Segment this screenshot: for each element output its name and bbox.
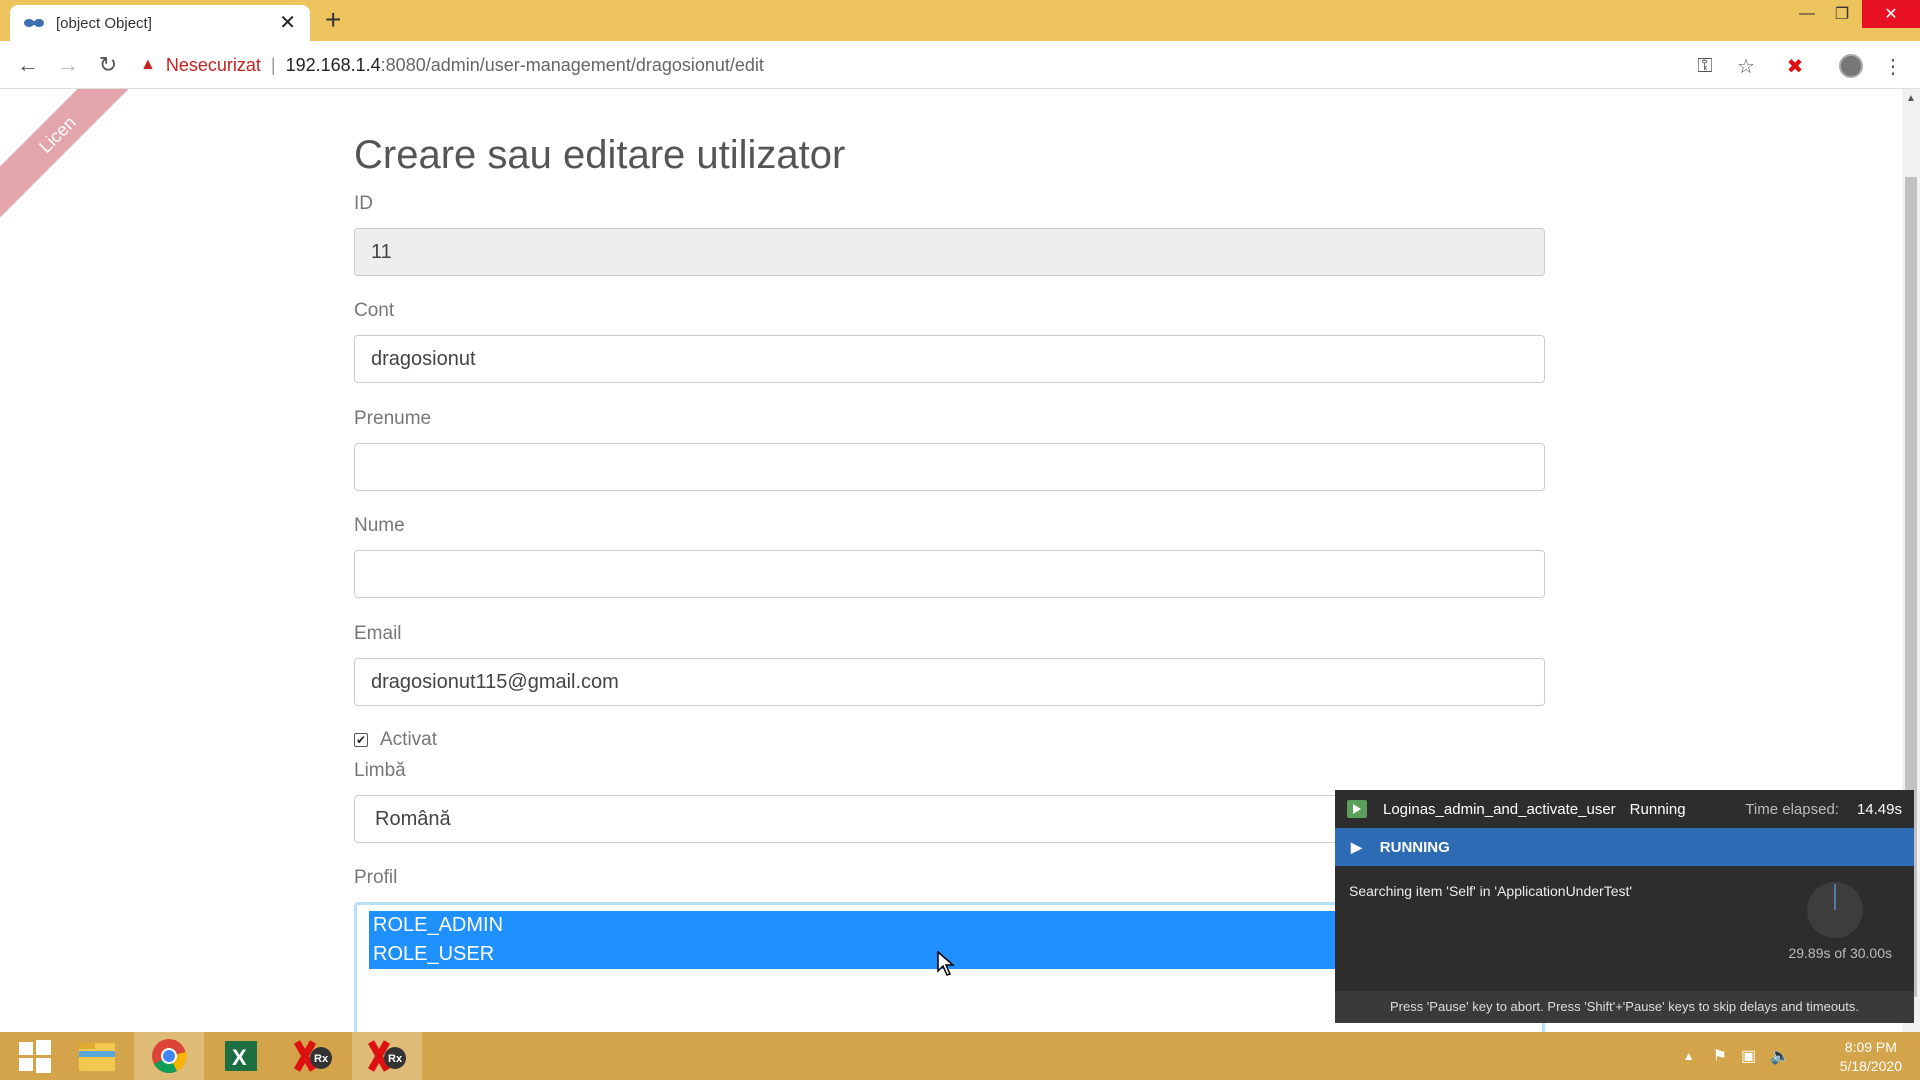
browser-titlebar: [object Object] ✕ + — ❐ ✕ [0, 0, 1920, 41]
start-button[interactable] [0, 1032, 70, 1080]
id-label: ID [354, 193, 373, 214]
warning-icon: ▲ [140, 56, 156, 73]
nume-label: Nume [354, 515, 405, 536]
network-icon[interactable]: ▣ [1741, 1046, 1756, 1066]
runner-test-name: Loginas_admin_and_activate_user [1383, 800, 1616, 818]
avatar[interactable] [1838, 53, 1864, 79]
timeout-spinner-icon [1807, 882, 1863, 938]
excel-taskbar-button[interactable]: X [206, 1032, 276, 1080]
rx-label: Rx [388, 1053, 403, 1065]
url-path: :8080/admin/user-management/dragosionut/… [380, 54, 764, 75]
ranorex-runner-taskbar-button[interactable]: Rx [352, 1032, 422, 1080]
omnibox[interactable]: ▲ Nesecurizat | 192.168.1.4:8080/admin/u… [140, 47, 1700, 83]
limba-selected-value: Română [375, 807, 451, 830]
forward-button[interactable]: → [54, 51, 82, 79]
cont-label: Cont [354, 300, 395, 321]
prenume-field[interactable] [354, 443, 1545, 491]
ranorex-taskbar-button[interactable]: Rx [278, 1032, 348, 1080]
cont-field[interactable]: dragosionut [354, 335, 1545, 383]
restore-button[interactable]: ❐ [1820, 0, 1864, 28]
runner-status: Running [1629, 800, 1686, 818]
runner-header: Loginas_admin_and_activate_user Running … [1335, 790, 1914, 828]
test-runner-panel: Loginas_admin_and_activate_user Running … [1335, 790, 1914, 1023]
reload-button[interactable]: ↻ [94, 51, 122, 79]
browser-tab[interactable]: [object Object] ✕ [10, 5, 310, 41]
url-separator: | [270, 54, 276, 75]
runner-timeout: 29.89s of 30.00s [1788, 945, 1892, 961]
rx-label: Rx [314, 1053, 329, 1065]
limba-label: Limbă [354, 760, 406, 781]
runner-banner-text: RUNNING [1379, 838, 1450, 856]
volume-icon[interactable]: 🔈 [1770, 1046, 1790, 1066]
runner-banner: ▶ RUNNING [1335, 828, 1914, 866]
prenume-label: Prenume [354, 408, 432, 429]
ranorex-icon: Rx [367, 1040, 406, 1072]
play-icon: ▶ [1351, 838, 1362, 855]
mouse-cursor-icon [937, 951, 955, 976]
page-title: Creare sau editare utilizator [354, 133, 846, 177]
system-tray: ▲ ⚑ ▣ 🔈 [1683, 1032, 1790, 1080]
show-hidden-icons-icon[interactable]: ▲ [1683, 1049, 1695, 1063]
id-field[interactable]: 11 [354, 228, 1545, 276]
test-suite-icon [1347, 800, 1367, 818]
profil-label: Profil [354, 867, 398, 888]
elapsed-value: 14.49s [1856, 800, 1902, 818]
clock-time: 8:09 PM [1844, 1039, 1897, 1055]
close-window-button[interactable]: ✕ [1862, 0, 1920, 28]
scroll-up-icon[interactable]: ▲ [1906, 93, 1916, 104]
activat-label: Activat [380, 729, 438, 750]
email-label: Email [354, 623, 402, 644]
excel-icon: X [225, 1041, 257, 1071]
folder-icon [79, 1043, 115, 1071]
taskbar-clock[interactable]: 8:09 PM 5/18/2020 [1840, 1038, 1902, 1076]
runner-footer: Press 'Pause' key to abort. Press 'Shift… [1335, 991, 1914, 1023]
clock-date: 5/18/2020 [1839, 1058, 1902, 1074]
file-explorer-button[interactable] [62, 1032, 132, 1080]
close-tab-icon[interactable]: ✕ [279, 13, 296, 33]
url-host: 192.168.1.4 [285, 54, 381, 75]
windows-icon [19, 1040, 51, 1073]
tab-title: [object Object] [56, 14, 152, 32]
chrome-icon [152, 1039, 187, 1073]
svg-text:X: X [232, 1045, 247, 1070]
key-icon[interactable]: ⚿ [1692, 53, 1718, 79]
address-toolbar: ← → ↻ ▲ Nesecurizat | 192.168.1.4:8080/a… [0, 41, 1920, 89]
email-field[interactable]: dragosionut115@gmail.com [354, 658, 1545, 706]
insecure-label: Nesecurizat [165, 54, 261, 75]
nume-field[interactable] [354, 550, 1545, 598]
ranorex-extension-icon[interactable]: ✖ [1782, 53, 1808, 79]
windows-taskbar: X Rx Rx ▲ ⚑ ▣ 🔈 8:09 PM 5/18/2020 [0, 1032, 1920, 1080]
chrome-taskbar-button[interactable] [134, 1032, 204, 1080]
runner-message: Searching item 'Self' in 'ApplicationUnd… [1349, 883, 1633, 899]
activat-row: ✔ Activat [354, 729, 437, 751]
ranorex-icon: Rx [293, 1040, 332, 1072]
action-center-icon[interactable]: ⚑ [1713, 1046, 1727, 1066]
new-tab-button[interactable]: + [325, 6, 341, 34]
back-button[interactable]: ← [14, 51, 42, 79]
favicon-icon [24, 19, 44, 27]
star-icon[interactable]: ☆ [1733, 53, 1759, 79]
activat-checkbox[interactable]: ✔ [354, 733, 368, 747]
menu-icon[interactable]: ⋮ [1880, 53, 1906, 79]
license-ribbon: Licen [0, 89, 146, 228]
elapsed-label: Time elapsed: [1745, 800, 1839, 818]
